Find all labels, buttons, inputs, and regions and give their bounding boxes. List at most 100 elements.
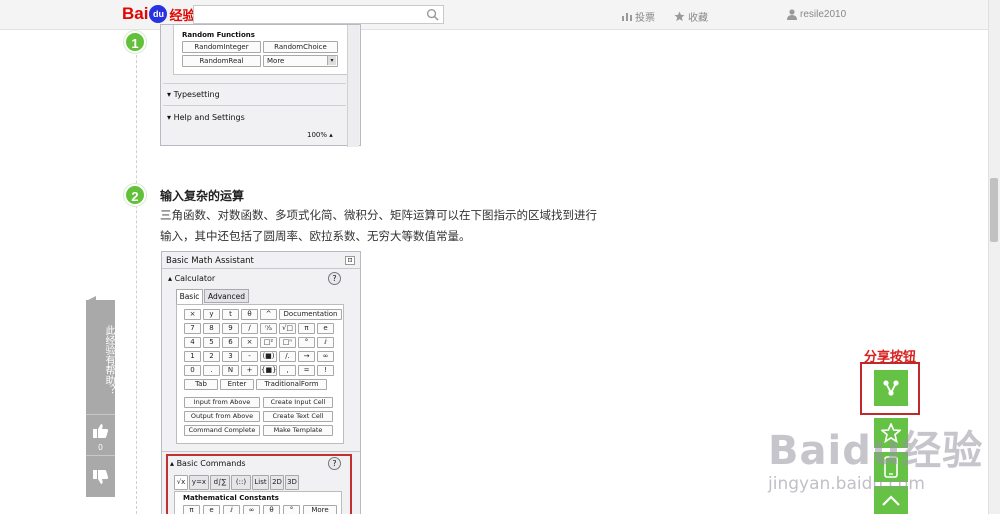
- zoom-level[interactable]: 100% ▴: [307, 131, 333, 139]
- calc-key[interactable]: 1: [184, 351, 201, 362]
- calc-key[interactable]: 3: [222, 351, 239, 362]
- calc-key[interactable]: N: [222, 365, 239, 376]
- bar-chart-icon: [622, 13, 632, 21]
- calc-key[interactable]: Documentation: [279, 309, 342, 320]
- constant-button[interactable]: θ: [263, 505, 280, 514]
- help-settings-section[interactable]: ▾ Help and Settings: [167, 113, 245, 122]
- typesetting-section[interactable]: ▾ Typesetting: [167, 90, 220, 99]
- calc-key[interactable]: y: [203, 309, 220, 320]
- command-tab[interactable]: List: [252, 475, 269, 490]
- calc-key[interactable]: =: [298, 365, 315, 376]
- step2-title: 输入复杂的运算: [160, 189, 245, 203]
- calc-key[interactable]: ⁿ⁄ₐ: [260, 323, 277, 334]
- vote-link[interactable]: 投票: [622, 9, 655, 24]
- calc-key[interactable]: t: [222, 309, 239, 320]
- search-input[interactable]: [194, 6, 419, 23]
- command-tab[interactable]: y=x: [189, 475, 209, 490]
- calc-key[interactable]: {■}: [260, 365, 277, 376]
- chevron-up-icon: ▴: [170, 459, 175, 468]
- page-scrollbar[interactable]: [988, 0, 1000, 514]
- calc-key[interactable]: 5: [203, 337, 220, 348]
- calc-key[interactable]: Tab: [184, 379, 218, 390]
- calc-key[interactable]: 2: [203, 351, 220, 362]
- share-button[interactable]: [874, 370, 908, 406]
- dislike-button[interactable]: [86, 458, 115, 496]
- calc-key[interactable]: e: [317, 323, 334, 334]
- tab-basic[interactable]: Basic: [176, 289, 203, 304]
- user-menu[interactable]: resile2010: [787, 9, 846, 20]
- command-tabs: √x y=x d∫∑ (::) List 2D 3D: [174, 475, 344, 491]
- calc-key[interactable]: .: [203, 365, 220, 376]
- calc-key[interactable]: -: [241, 351, 258, 362]
- calc-key[interactable]: 8: [203, 323, 220, 334]
- constant-button[interactable]: ⅈ: [223, 505, 240, 514]
- calc-key[interactable]: 6: [222, 337, 239, 348]
- cell-action-button[interactable]: Command Complete: [184, 425, 260, 436]
- calc-key[interactable]: +: [241, 365, 258, 376]
- constant-button[interactable]: ∞: [243, 505, 260, 514]
- calc-key[interactable]: Enter: [220, 379, 254, 390]
- calc-key[interactable]: 0: [184, 365, 201, 376]
- constant-button[interactable]: π: [183, 505, 200, 514]
- random-functions-box: Random Functions RandomInteger RandomCho…: [173, 25, 350, 75]
- calc-key[interactable]: !: [317, 365, 334, 376]
- command-tab[interactable]: (::): [231, 475, 251, 490]
- calc-key[interactable]: 7: [184, 323, 201, 334]
- random-choice-button[interactable]: RandomChoice: [263, 41, 338, 53]
- constant-button[interactable]: More: [303, 505, 337, 514]
- calc-key[interactable]: ∞: [317, 351, 334, 362]
- command-tab[interactable]: 3D: [285, 475, 299, 490]
- calc-key[interactable]: □ⁿ: [279, 337, 296, 348]
- step2-body: 三角函数、对数函数、多项式化简、微积分、矩阵运算可以在下图指示的区域找到进行输入…: [160, 210, 597, 243]
- cell-action-button[interactable]: Input from Above: [184, 397, 260, 408]
- calculator-section[interactable]: ▴ Calculator: [168, 274, 215, 283]
- calc-key[interactable]: θ: [241, 309, 258, 320]
- calc-key[interactable]: °: [298, 337, 315, 348]
- help-icon[interactable]: ?: [328, 272, 341, 285]
- cell-action-button[interactable]: Create Input Cell: [263, 397, 333, 408]
- window-close-icon[interactable]: ⊡: [345, 256, 355, 265]
- constant-button[interactable]: °: [283, 505, 300, 514]
- search-icon[interactable]: [426, 8, 439, 21]
- cell-action-button[interactable]: Create Text Cell: [263, 411, 333, 422]
- random-real-button[interactable]: RandomReal: [182, 55, 261, 67]
- search-box[interactable]: [193, 5, 444, 24]
- basic-commands-section[interactable]: ▴ Basic Commands: [170, 459, 246, 468]
- calc-key[interactable]: 9: [222, 323, 239, 334]
- command-tab[interactable]: d∫∑: [210, 475, 230, 490]
- like-button[interactable]: 0: [86, 414, 115, 456]
- calc-key[interactable]: √□: [279, 323, 296, 334]
- window-title: Basic Math Assistant: [166, 256, 254, 266]
- feedback-prompt: 此经验有帮助？: [103, 325, 114, 395]
- cell-action-button[interactable]: Output from Above: [184, 411, 260, 422]
- calc-key[interactable]: →: [298, 351, 315, 362]
- calc-key[interactable]: /: [241, 323, 258, 334]
- favorite-label: 收藏: [688, 13, 708, 24]
- calc-key[interactable]: π: [298, 323, 315, 334]
- step-number-2: 2: [124, 184, 146, 206]
- calc-key[interactable]: □²: [260, 337, 277, 348]
- divider: [162, 451, 360, 452]
- baidu-jingyan-logo[interactable]: Bai du 经验: [122, 4, 195, 24]
- username: resile2010: [800, 9, 847, 20]
- calc-key[interactable]: TraditionalForm: [256, 379, 327, 390]
- more-dropdown[interactable]: More ▾: [263, 55, 338, 67]
- cell-action-button[interactable]: Make Template: [263, 425, 333, 436]
- calc-key[interactable]: (■): [260, 351, 277, 362]
- calc-key[interactable]: /.: [279, 351, 296, 362]
- calc-key[interactable]: ,: [279, 365, 296, 376]
- calc-key[interactable]: ^: [260, 309, 277, 320]
- command-tab[interactable]: 2D: [270, 475, 284, 490]
- command-tab[interactable]: √x: [174, 475, 188, 490]
- constant-button[interactable]: e: [203, 505, 220, 514]
- help-icon[interactable]: ?: [328, 457, 341, 470]
- calc-key[interactable]: 4: [184, 337, 201, 348]
- calc-key[interactable]: ⅈ: [317, 337, 334, 348]
- calc-key[interactable]: ×: [241, 337, 258, 348]
- random-integer-button[interactable]: RandomInteger: [182, 41, 261, 53]
- calc-key[interactable]: ×: [184, 309, 201, 320]
- panel-scrollbar[interactable]: [347, 25, 359, 147]
- scrollbar-thumb[interactable]: [990, 178, 998, 242]
- tab-advanced[interactable]: Advanced: [204, 289, 249, 303]
- favorite-link[interactable]: 收藏: [674, 9, 708, 24]
